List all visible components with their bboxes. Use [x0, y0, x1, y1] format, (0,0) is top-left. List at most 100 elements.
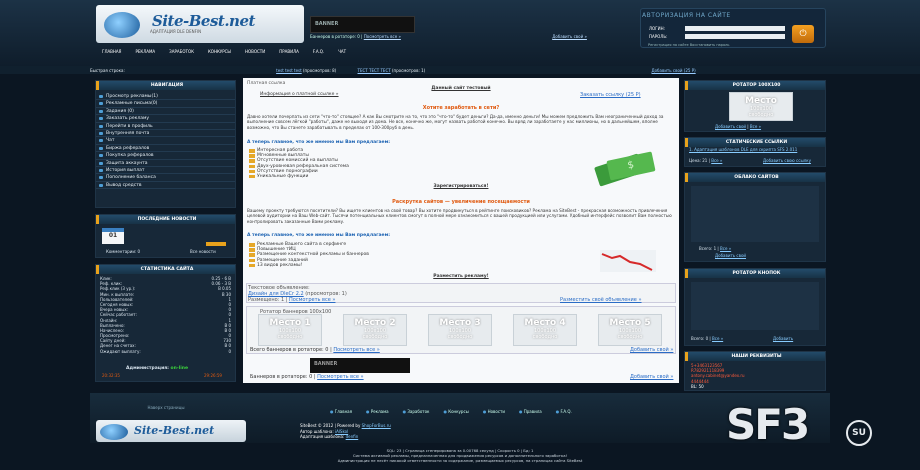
- heading-promo: Раскрутка сайтов — увеличение посещаемос…: [392, 199, 530, 205]
- logo-icon: [104, 12, 140, 38]
- stat-row: Ожидают выплату: 0: [96, 349, 235, 354]
- rotator-add[interactable]: Добавить свой »: [630, 347, 673, 353]
- menu-item[interactable]: Защита аккаунта: [96, 160, 235, 167]
- bottom-rotator-add[interactable]: Добавить свой »: [630, 374, 673, 380]
- quick-item-2[interactable]: ТЕСТ ТЕСТ ТЕСТ: [358, 68, 391, 73]
- news-comments: Комментарии: 0: [106, 249, 141, 254]
- static-all[interactable]: Все »: [711, 158, 722, 163]
- footer-nav-item[interactable]: Заработок: [403, 409, 429, 414]
- nav-item[interactable]: Реклама: [129, 48, 161, 58]
- right-rotator-title: РОТАТОР 100X100: [685, 81, 825, 90]
- button-rotator-all[interactable]: Все »: [712, 336, 723, 341]
- button-rotator-area: [691, 282, 819, 330]
- right-rotator-add[interactable]: Добавить свой: [715, 124, 746, 129]
- cloud-all[interactable]: Все »: [720, 246, 731, 251]
- rotator-all[interactable]: Посмотреть все »: [333, 347, 379, 353]
- static-add[interactable]: Добавить свою ссылку: [763, 158, 811, 163]
- requisites-title: НАШИ РЕКВИЗИТЫ: [685, 352, 825, 361]
- text-ad-all[interactable]: Посмотреть все »: [289, 297, 335, 303]
- author-link[interactable]: iAlSkol: [335, 429, 348, 434]
- order-link[interactable]: Заказать ссылку (25 Р): [580, 92, 641, 98]
- logo-title: Site-Best.net: [152, 12, 255, 30]
- cloud-links: Всего: 1 | Все »: [699, 246, 731, 251]
- nav-item[interactable]: Правила: [273, 48, 305, 58]
- footer-nav-item[interactable]: Новости: [483, 409, 505, 414]
- register-link[interactable]: Зарегистрироваться!: [247, 184, 675, 189]
- to-top-link[interactable]: Наверх страницы: [146, 405, 186, 410]
- adapt-text: Адаптация шаблона:: [300, 434, 345, 439]
- banner-slot[interactable]: Место 4 100x100 свободно: [513, 314, 577, 346]
- quick-item-1-views: (просмотров: 8): [303, 68, 337, 73]
- paid-link-info[interactable]: Информация о платной ссылке »: [260, 92, 339, 97]
- menu-item[interactable]: Биржа рефералов: [96, 145, 235, 153]
- list-item: 13 видов рекламы!: [248, 263, 498, 268]
- header-rotator-all[interactable]: Посмотреть все »: [364, 34, 401, 39]
- menu-item[interactable]: Заказать рекламу: [96, 115, 235, 123]
- admin-label: Администрация:: [126, 366, 169, 371]
- earn-list: Интересная работа Мгновенные выплаты Отс…: [248, 148, 498, 179]
- text-ad-add[interactable]: Разместить своё объявление »: [560, 297, 642, 303]
- nav-item[interactable]: F.A.Q.: [307, 48, 330, 58]
- footer-logo-text: Site-Best.net: [134, 424, 215, 437]
- header-rotator-count: Баннеров в ротаторе: 0 |: [310, 34, 363, 39]
- watermark-su-icon: SU: [846, 420, 872, 446]
- login-input[interactable]: [685, 26, 785, 31]
- nav-item[interactable]: Новости: [239, 48, 271, 58]
- bottom-rotator-all[interactable]: Посмотреть все »: [317, 374, 363, 380]
- footer-nav-item[interactable]: Главная: [330, 409, 352, 414]
- nav-block-title: НАВИГАЦИЯ: [96, 81, 235, 90]
- footer-nav-item[interactable]: F.A.Q.: [556, 409, 571, 414]
- button-rotator-total: Всего: 0 |: [691, 336, 711, 341]
- login-button[interactable]: ⏻: [792, 25, 814, 43]
- header-rotator: Баннеров в ротаторе: 0 | Посмотреть все …: [310, 34, 610, 40]
- menu-item[interactable]: Задания (0): [96, 108, 235, 116]
- right-rotator-links: Добавить свой | Все »: [715, 124, 762, 129]
- quick-add[interactable]: Добавить свой (25 Р): [651, 68, 695, 73]
- button-rotator-add[interactable]: Добавить: [773, 336, 793, 341]
- adapt-link[interactable]: denfin: [346, 434, 359, 439]
- news-all-link[interactable]: Все новости: [190, 249, 216, 254]
- test-text: Данный сайт тестовый: [431, 86, 491, 91]
- nav-item[interactable]: Чат: [332, 48, 352, 58]
- nav-item[interactable]: Главная: [96, 48, 127, 58]
- nav-item[interactable]: Заработок: [163, 48, 200, 58]
- banner-slot[interactable]: Место 2 100x100 свободно: [343, 314, 407, 346]
- static-link[interactable]: 1. Адаптация шаблонов DLE для скрипта SF…: [689, 147, 824, 153]
- header-rotator-add[interactable]: Добавить свой »: [552, 34, 587, 39]
- menu-item[interactable]: Пополнение баланса: [96, 174, 235, 182]
- login-links[interactable]: Регистрация на сайте Восстановить пароль: [648, 43, 729, 47]
- cloud-add[interactable]: Добавить свой: [715, 253, 746, 258]
- menu-item[interactable]: Рекламные письма(0): [96, 100, 235, 108]
- banner-slot[interactable]: Место 5 100x100 свободно: [598, 314, 662, 346]
- password-label: ПАРОЛЬ:: [649, 34, 668, 39]
- copyright-link[interactable]: ShopForBus.ru: [362, 423, 391, 428]
- menu-item[interactable]: Вывод средств: [96, 182, 235, 190]
- menu-item[interactable]: Внутренняя почта: [96, 130, 235, 138]
- banner-slot[interactable]: Место 3 100x100 свободно: [428, 314, 492, 346]
- menu-item[interactable]: Просмотр рекламы(1): [96, 93, 235, 101]
- header-banner[interactable]: BANNER: [310, 16, 415, 33]
- static-price: Цена: 21: [689, 158, 708, 163]
- footer-nav-item[interactable]: Реклама: [366, 409, 389, 414]
- menu-item[interactable]: Покупка рефералов: [96, 152, 235, 160]
- order-ad-link[interactable]: Разместить рекламу!: [247, 274, 675, 279]
- nav-item[interactable]: Конкурсы: [202, 48, 237, 58]
- static-price-row: Цена: 21 | Все »: [689, 158, 723, 163]
- quick-item-1[interactable]: test test test: [276, 68, 302, 73]
- menu-item[interactable]: Перейти в профиль: [96, 123, 235, 130]
- password-input[interactable]: [685, 34, 785, 39]
- menu-item[interactable]: Чат: [96, 137, 235, 145]
- footer-nav: Главная Реклама Заработок Конкурсы Новос…: [330, 409, 572, 414]
- news-block-title: ПОСЛЕДНИЕ НОВОСТИ: [96, 215, 235, 224]
- footer-logo-icon: [100, 424, 128, 440]
- static-links-block: СТАТИЧЕСКИЕ ССЫЛКИ 1. Адаптация шаблонов…: [684, 137, 826, 167]
- cloud-block: ОБЛАКО САЙТОВ Всего: 1 | Все » Добавить …: [684, 172, 826, 262]
- right-rotator-all[interactable]: Все »: [750, 124, 761, 129]
- footer-nav-item[interactable]: Конкурсы: [443, 409, 469, 414]
- bottom-banner[interactable]: BANNER: [310, 358, 410, 373]
- footer-nav-item[interactable]: Правила: [519, 409, 542, 414]
- time-2: 29:26:59: [204, 373, 222, 378]
- menu-item[interactable]: История выплат: [96, 167, 235, 175]
- right-banner-slot[interactable]: Место 100x100 свободно: [729, 92, 793, 121]
- banner-slot[interactable]: Место 1 100x100 свободно: [258, 314, 322, 346]
